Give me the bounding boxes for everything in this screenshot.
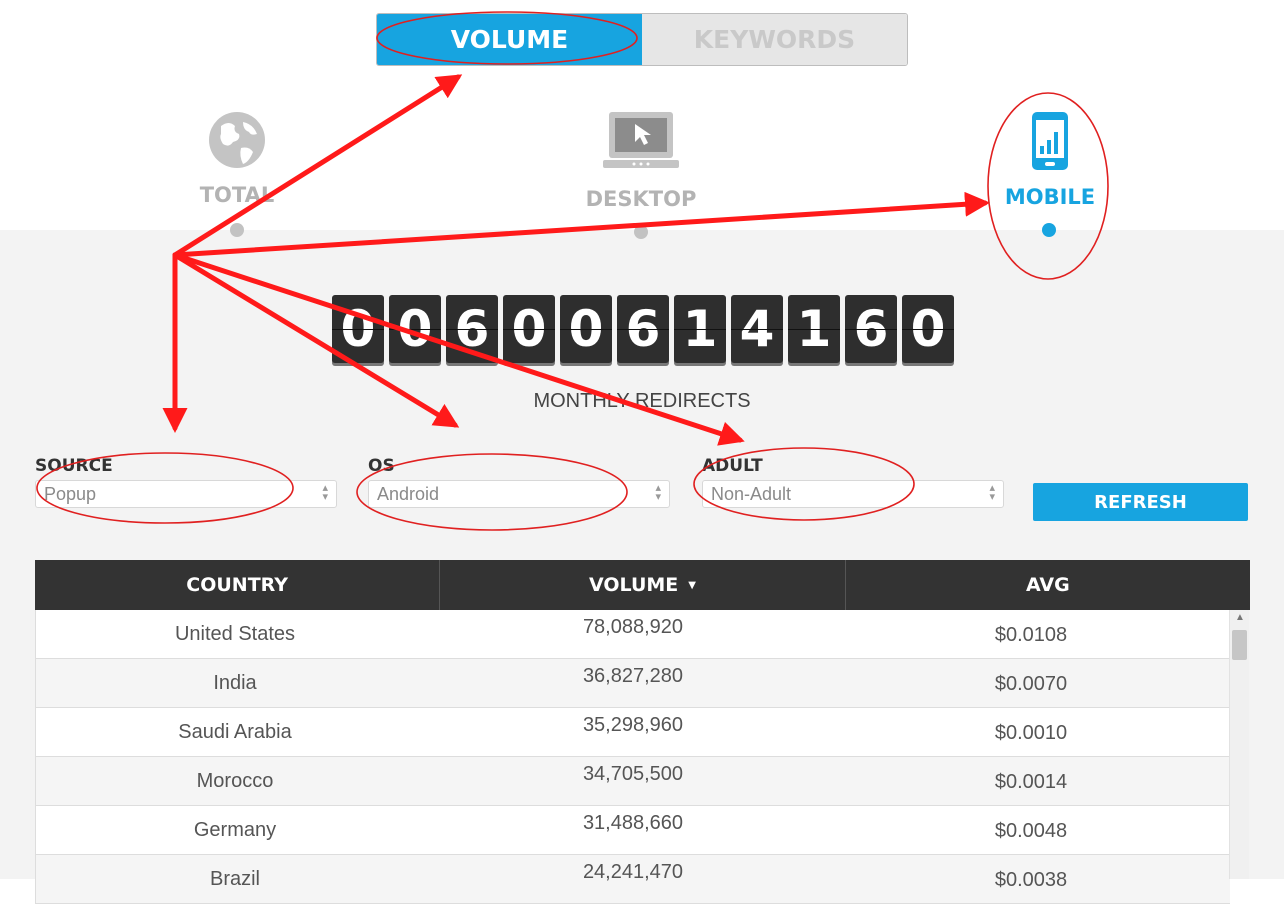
counter-digit: 1: [788, 295, 840, 363]
redirects-counter: 0 0 6 0 0 6 1 4 1 6 0: [332, 295, 959, 363]
column-header-label: COUNTRY: [186, 574, 289, 596]
globe-icon: [209, 112, 265, 168]
table-row[interactable]: Brazil 24,241,470 $0.0038: [35, 855, 1230, 904]
select-arrows-icon: ▴ ▾: [989, 482, 995, 503]
volume-cell: 34,705,500: [582, 763, 684, 785]
device-label-mobile: MOBILE: [1004, 185, 1096, 209]
device-indicator-desktop: [634, 225, 648, 239]
country-cell: Brazil: [209, 868, 260, 890]
country-cell: Saudi Arabia: [178, 721, 292, 743]
refresh-button[interactable]: REFRESH: [1033, 483, 1248, 521]
adult-select[interactable]: Non-Adult ▴ ▾: [702, 480, 1004, 508]
view-tabs: VOLUME KEYWORDS: [376, 13, 908, 66]
volume-cell: 36,827,280: [582, 665, 684, 687]
table-body: United States 78,088,920 $0.0108 India 3…: [35, 610, 1230, 904]
counter-digit: 0: [503, 295, 555, 363]
volume-cell: 78,088,920: [582, 616, 684, 638]
volume-cell: 35,298,960: [582, 714, 684, 736]
device-indicator-total: [230, 223, 244, 237]
column-header-volume[interactable]: VOLUME ▼: [440, 560, 846, 610]
device-mobile[interactable]: MOBILE: [950, 110, 1150, 209]
select-arrows-icon: ▴ ▾: [655, 482, 661, 503]
counter-digit: 0: [902, 295, 954, 363]
column-header-label: AVG: [1025, 574, 1070, 596]
counter-digit: 1: [674, 295, 726, 363]
country-cell: Germany: [193, 819, 277, 841]
column-header-country[interactable]: COUNTRY: [35, 560, 441, 610]
adult-label: ADULT: [702, 456, 763, 476]
counter-label: MONTHLY REDIRECTS: [533, 390, 751, 412]
table-row[interactable]: India 36,827,280 $0.0070: [35, 659, 1230, 708]
sort-desc-icon: ▼: [688, 579, 696, 591]
counter-digit: 0: [332, 295, 384, 363]
counter-digit: 4: [731, 295, 783, 363]
counter-digit: 0: [560, 295, 612, 363]
scrollbar-thumb[interactable]: [1232, 630, 1247, 660]
counter-digit: 6: [446, 295, 498, 363]
table-scrollbar[interactable]: ▲: [1229, 610, 1249, 879]
table-row[interactable]: Morocco 34,705,500 $0.0014: [35, 757, 1230, 806]
table-header: COUNTRY VOLUME ▼ AVG: [35, 560, 1250, 610]
avg-cell: $0.0070: [994, 673, 1068, 695]
source-label: SOURCE: [35, 456, 113, 476]
adult-select-value: Non-Adult: [711, 484, 792, 504]
country-cell: Morocco: [196, 770, 274, 792]
avg-cell: $0.0048: [994, 820, 1068, 842]
table-row[interactable]: United States 78,088,920 $0.0108: [35, 610, 1230, 659]
country-cell: India: [213, 672, 257, 694]
counter-digit: 6: [617, 295, 669, 363]
scroll-up-icon: ▲: [1235, 612, 1245, 623]
volume-cell: 31,488,660: [582, 812, 684, 834]
counter-digit: 6: [845, 295, 897, 363]
os-select[interactable]: Android ▴ ▾: [368, 480, 670, 508]
column-header-label: VOLUME: [589, 574, 679, 596]
table-row[interactable]: Saudi Arabia 35,298,960 $0.0010: [35, 708, 1230, 757]
column-header-avg[interactable]: AVG: [846, 560, 1250, 610]
avg-cell: $0.0010: [994, 722, 1068, 744]
device-label-total: TOTAL: [199, 183, 275, 207]
avg-cell: $0.0038: [994, 869, 1068, 891]
os-select-value: Android: [377, 484, 440, 504]
select-arrows-icon: ▴ ▾: [322, 482, 328, 503]
avg-cell: $0.0108: [994, 624, 1068, 646]
country-cell: United States: [174, 623, 296, 645]
country-table: COUNTRY VOLUME ▼ AVG United States 78,088…: [35, 560, 1250, 904]
device-desktop[interactable]: DESKTOP: [541, 110, 741, 211]
device-label-desktop: DESKTOP: [585, 187, 697, 211]
source-select[interactable]: Popup ▴ ▾: [35, 480, 337, 508]
volume-cell: 24,241,470: [582, 861, 684, 883]
table-row[interactable]: Germany 31,488,660 $0.0048: [35, 806, 1230, 855]
avg-cell: $0.0014: [994, 771, 1068, 793]
device-indicator-mobile: [1042, 223, 1056, 237]
device-total[interactable]: TOTAL: [137, 110, 337, 207]
os-label: OS: [368, 456, 395, 476]
source-select-value: Popup: [44, 484, 97, 504]
tab-keywords[interactable]: KEYWORDS: [642, 14, 907, 65]
tab-volume[interactable]: VOLUME: [377, 14, 642, 65]
counter-digit: 0: [389, 295, 441, 363]
desktop-monitor-icon: [603, 112, 679, 168]
mobile-phone-icon: [1032, 112, 1068, 170]
